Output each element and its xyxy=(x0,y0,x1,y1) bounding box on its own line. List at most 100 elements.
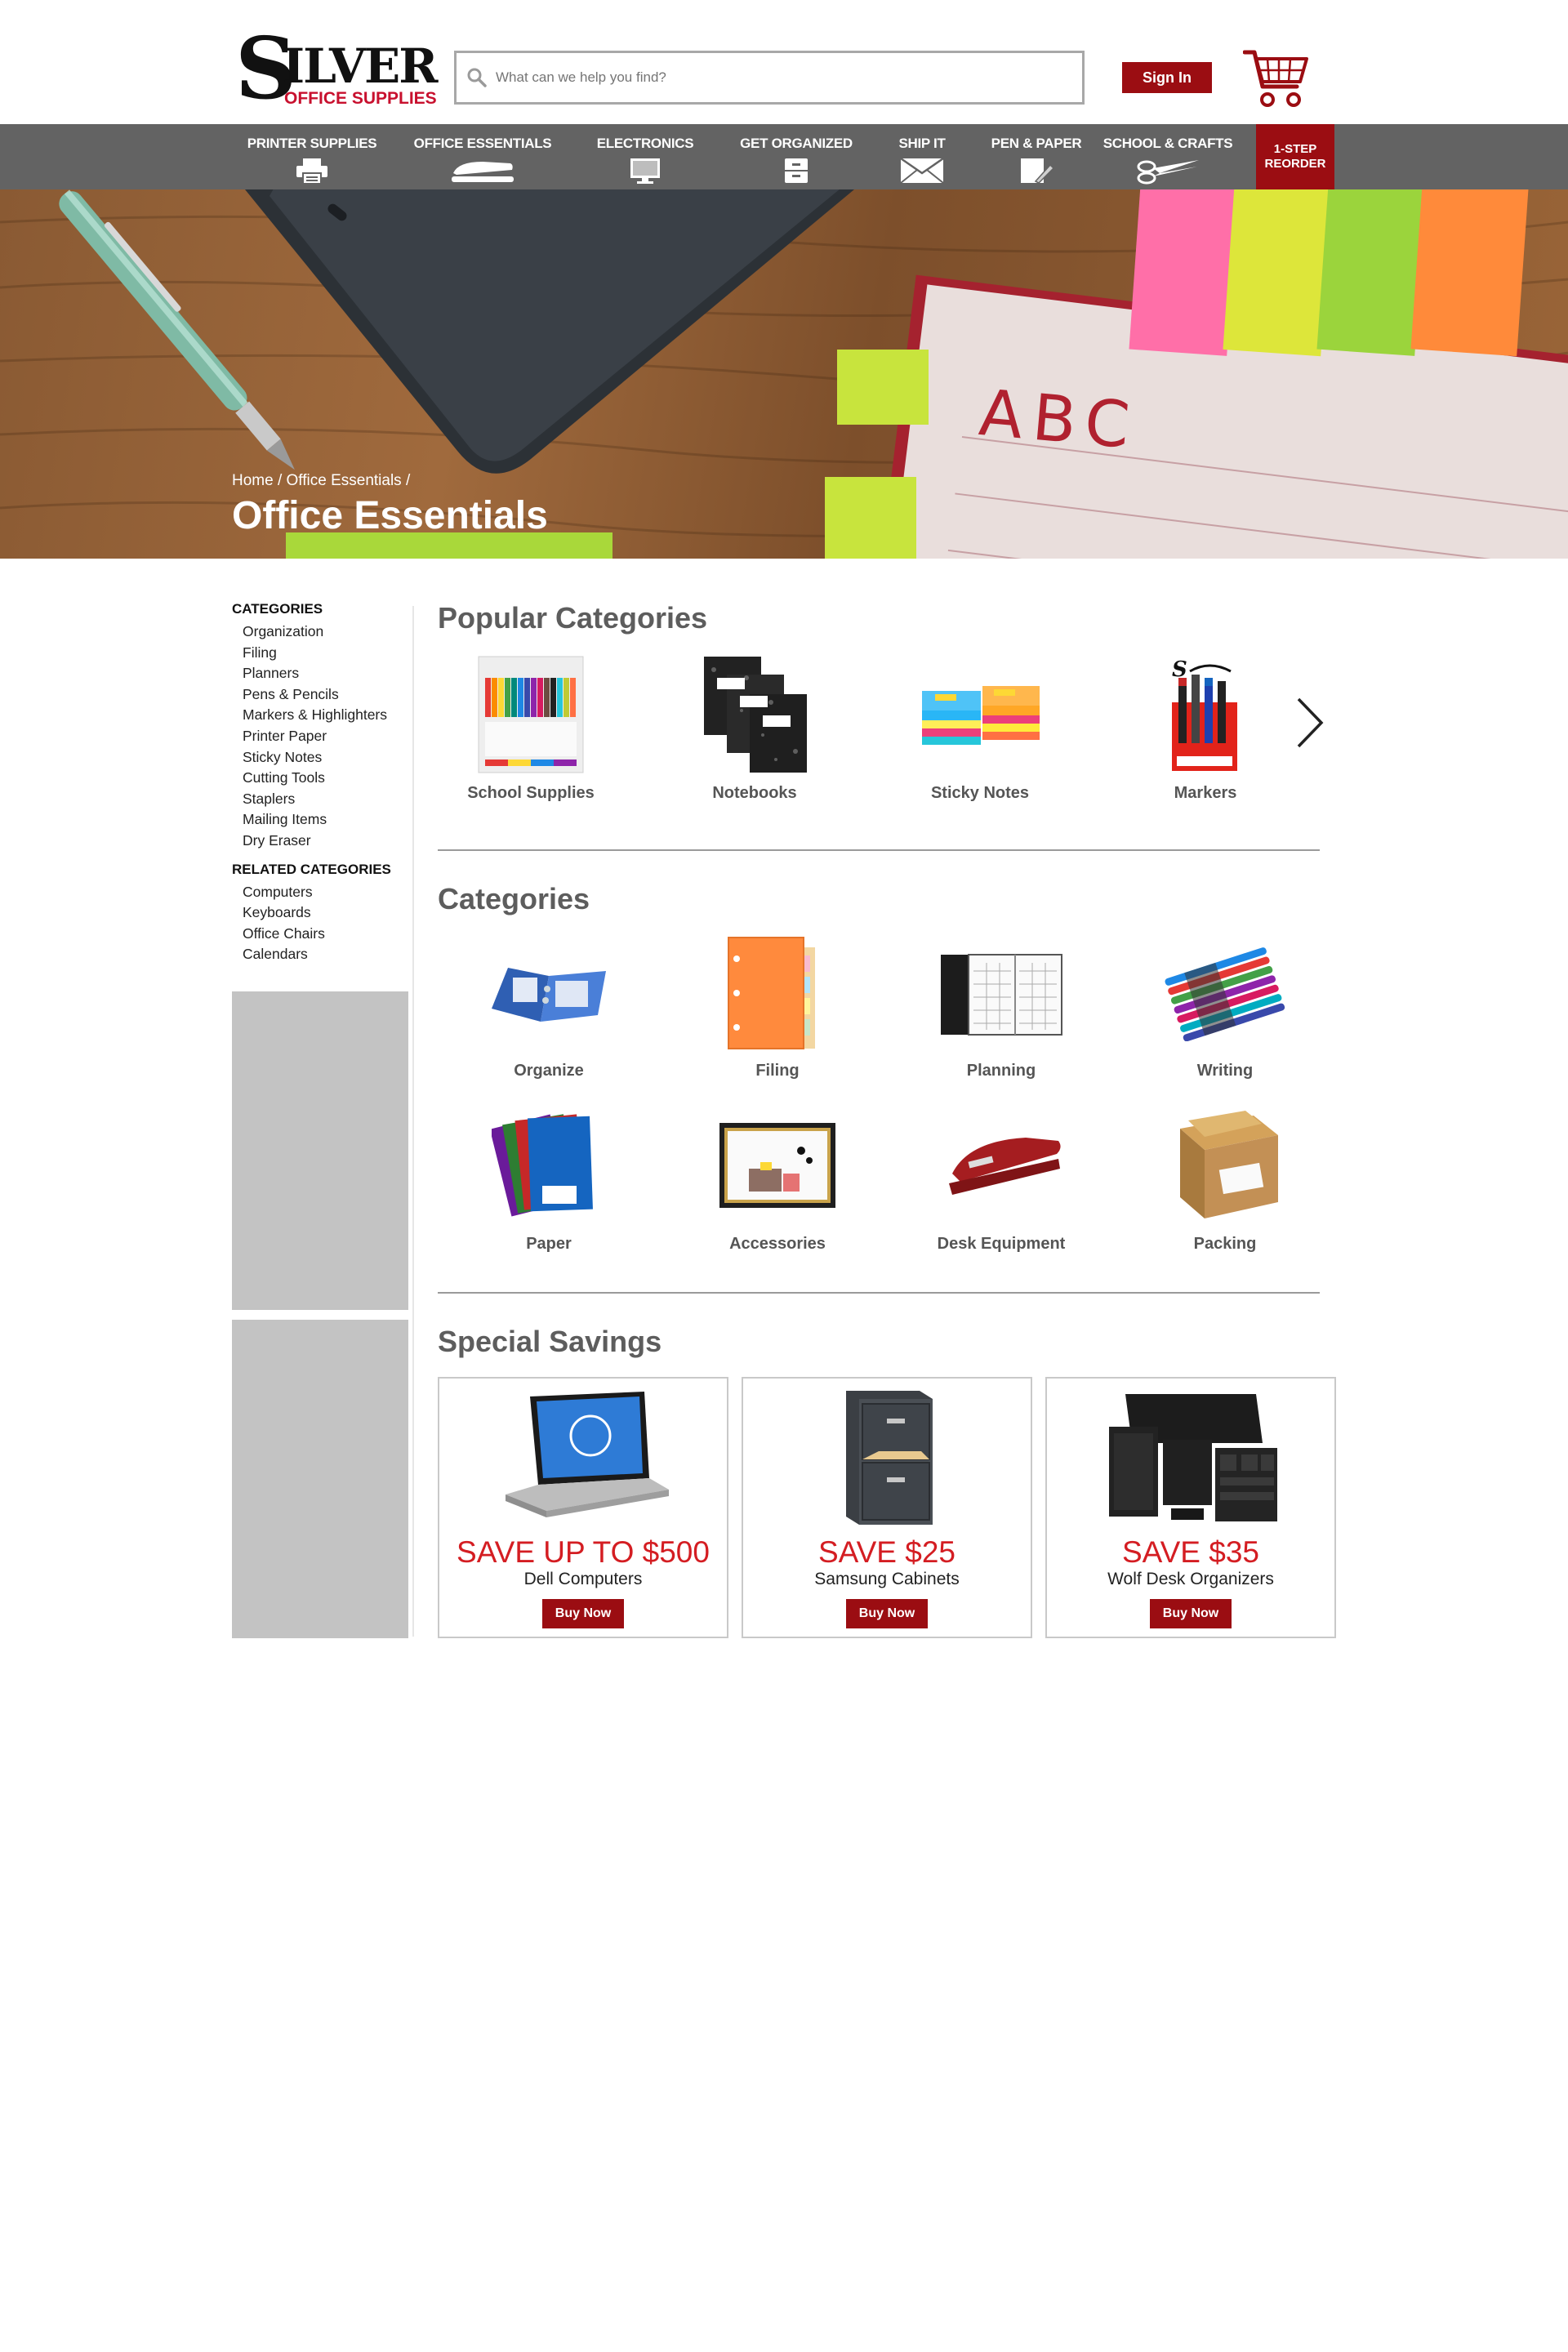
popular-school-supplies[interactable]: School Supplies xyxy=(449,653,612,803)
category-packing[interactable]: Packing xyxy=(1143,1104,1307,1254)
deal-card-wolf: SAVE $35 Wolf Desk Organizers Buy Now xyxy=(1045,1377,1336,1638)
nav-label: PRINTER SUPPLIES xyxy=(247,136,377,151)
organize-image xyxy=(479,931,618,1054)
envelope-icon xyxy=(900,157,944,184)
nav-label: OFFICE ESSENTIALS xyxy=(413,136,552,151)
writing-image xyxy=(1156,931,1294,1054)
sign-in-button[interactable]: Sign In xyxy=(1122,62,1212,93)
tile-label: Desk Equipment xyxy=(937,1235,1066,1253)
category-list: Organization Filing Planners Pens & Penc… xyxy=(243,621,408,852)
related-category-list: Computers Keyboards Office Chairs Calend… xyxy=(243,882,408,965)
packing-image xyxy=(1156,1104,1294,1227)
nav-label: SHIP IT xyxy=(898,136,946,151)
notebooks-image xyxy=(685,653,824,776)
sidebar-item-planners[interactable]: Planners xyxy=(243,663,408,684)
section-divider xyxy=(438,1292,1320,1294)
nav-pen-paper[interactable]: PEN & PAPER xyxy=(985,124,1088,189)
sidebar-ad-placeholder[interactable] xyxy=(232,991,408,1310)
category-planning[interactable]: Planning xyxy=(920,931,1083,1080)
search-icon xyxy=(467,68,487,87)
search-input[interactable] xyxy=(496,69,1067,86)
nav-printer-supplies[interactable]: PRINTER SUPPLIES xyxy=(247,124,377,189)
nav-label: GET ORGANIZED xyxy=(740,136,853,151)
buy-now-button[interactable]: Buy Now xyxy=(542,1599,624,1628)
sidebar-item-organization[interactable]: Organization xyxy=(243,621,408,643)
file-cabinet-image xyxy=(743,1385,1031,1530)
sidebar-item-filing[interactable]: Filing xyxy=(243,643,408,664)
breadcrumb-separator: / xyxy=(277,472,287,489)
school-supplies-image xyxy=(461,653,600,776)
deal-headline: SAVE UP TO $500 xyxy=(457,1535,710,1569)
sidebar-item-mailing-items[interactable]: Mailing Items xyxy=(243,809,408,831)
nav-ship-it[interactable]: SHIP IT xyxy=(887,124,957,189)
nav-get-organized[interactable]: GET ORGANIZED xyxy=(735,124,858,189)
tile-label: Writing xyxy=(1196,1062,1254,1080)
sidebar: CATEGORIES Organization Filing Planners … xyxy=(232,601,408,975)
section-divider xyxy=(438,849,1320,851)
nav-school-crafts[interactable]: SCHOOL & CRAFTS xyxy=(1102,124,1233,189)
breadcrumb-current-link[interactable]: Office Essentials xyxy=(287,472,402,489)
desk-equipment-image xyxy=(932,1104,1071,1227)
deal-product: Wolf Desk Organizers xyxy=(1107,1570,1274,1588)
tile-label: Sticky Notes xyxy=(930,784,1030,802)
tile-label: Paper xyxy=(526,1235,572,1253)
one-step-reorder-button[interactable]: 1-STEP REORDER xyxy=(1256,124,1334,189)
chevron-right-icon[interactable] xyxy=(1294,696,1326,750)
sidebar-item-keyboards[interactable]: Keyboards xyxy=(243,902,408,924)
search-box[interactable] xyxy=(454,51,1085,105)
logo-wordmark: ILVER xyxy=(283,38,438,94)
planning-image xyxy=(932,931,1071,1054)
nav-electronics[interactable]: ELECTRONICS xyxy=(590,124,701,189)
sidebar-item-staplers[interactable]: Staplers xyxy=(243,789,408,810)
stapler-icon xyxy=(452,162,514,182)
sidebar-item-office-chairs[interactable]: Office Chairs xyxy=(243,924,408,945)
reorder-line-2: REORDER xyxy=(1264,157,1326,171)
tile-label: Organize xyxy=(514,1062,584,1080)
popular-categories-title: Popular Categories xyxy=(438,601,708,635)
reorder-line-1: 1-STEP xyxy=(1273,142,1317,156)
deal-headline: SAVE $25 xyxy=(818,1535,956,1569)
sidebar-item-sticky-notes[interactable]: Sticky Notes xyxy=(243,747,408,768)
category-writing[interactable]: Writing xyxy=(1143,931,1307,1080)
sidebar-item-dry-eraser[interactable]: Dry Eraser xyxy=(243,831,408,852)
category-filing[interactable]: Filing xyxy=(696,931,859,1080)
site-logo[interactable]: S ILVER OFFICE SUPPLIES xyxy=(232,26,438,114)
category-organize[interactable]: Organize xyxy=(467,931,630,1080)
filing-image xyxy=(708,931,847,1054)
nav-office-essentials[interactable]: OFFICE ESSENTIALS xyxy=(413,124,552,189)
sidebar-item-cutting-tools[interactable]: Cutting Tools xyxy=(243,768,408,789)
printer-icon xyxy=(296,158,327,185)
page-title: Office Essentials xyxy=(232,494,548,537)
nav-label: PEN & PAPER xyxy=(991,136,1082,151)
shopping-cart-icon[interactable] xyxy=(1243,47,1310,111)
popular-sticky-notes[interactable]: Sticky Notes xyxy=(898,653,1062,803)
buy-now-button[interactable]: Buy Now xyxy=(846,1599,928,1628)
category-desk-equipment[interactable]: Desk Equipment xyxy=(920,1104,1083,1254)
accessories-image xyxy=(708,1104,847,1227)
sidebar-item-printer-paper[interactable]: Printer Paper xyxy=(243,726,408,747)
paper-image xyxy=(479,1104,618,1227)
buy-now-button[interactable]: Buy Now xyxy=(1150,1599,1232,1628)
sidebar-item-calendars[interactable]: Calendars xyxy=(243,944,408,965)
category-accessories[interactable]: Accessories xyxy=(696,1104,859,1254)
nav-label: SCHOOL & CRAFTS xyxy=(1102,136,1233,151)
category-paper[interactable]: Paper xyxy=(467,1104,630,1254)
hero-banner: ABC Home / Office Essentials / Office Es… xyxy=(0,189,1568,559)
popular-markers[interactable]: S Markers xyxy=(1124,653,1287,803)
breadcrumb-separator: / xyxy=(405,472,411,489)
sidebar-ad-placeholder[interactable] xyxy=(232,1320,408,1638)
related-categories-heading: RELATED CATEGORIES xyxy=(232,861,391,877)
sticky-notes-image xyxy=(911,653,1049,776)
sidebar-item-computers[interactable]: Computers xyxy=(243,882,408,903)
popular-notebooks[interactable]: Notebooks xyxy=(673,653,836,803)
sidebar-item-markers-highlighters[interactable]: Markers & Highlighters xyxy=(243,705,408,726)
special-savings-title: Special Savings xyxy=(438,1325,662,1358)
monitor-icon xyxy=(630,158,660,184)
breadcrumb-home-link[interactable]: Home xyxy=(232,472,274,489)
categories-heading: CATEGORIES xyxy=(232,601,323,617)
tile-label: Packing xyxy=(1193,1235,1257,1253)
main-nav: PRINTER SUPPLIES OFFICE ESSENTIALS ELECT… xyxy=(0,124,1568,189)
sidebar-item-pens-pencils[interactable]: Pens & Pencils xyxy=(243,684,408,706)
tile-label: Accessories xyxy=(729,1235,826,1253)
laptop-image xyxy=(439,1385,727,1530)
